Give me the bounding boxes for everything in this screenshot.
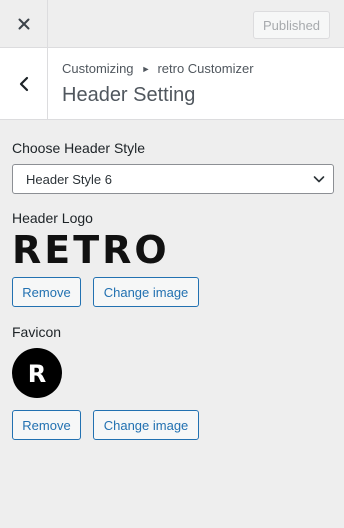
close-icon [18, 18, 29, 30]
chevron-left-icon [19, 76, 28, 91]
published-button[interactable]: Published [253, 11, 330, 39]
breadcrumb-separator-icon: ► [141, 64, 151, 74]
breadcrumb: Customizing ► retro Customizer [62, 61, 254, 76]
favicon-label: Favicon [12, 324, 62, 340]
header-logo-remove-button[interactable]: Remove [12, 277, 81, 307]
header-logo-label: Header Logo [12, 210, 93, 226]
header-style-select[interactable]: Header Style 6 [12, 164, 334, 194]
favicon-change-image-button[interactable]: Change image [93, 410, 199, 440]
back-button[interactable] [0, 48, 48, 119]
customizer-topbar: Published [0, 0, 344, 48]
favicon-r-logo: R [28, 361, 46, 385]
header-logo-change-image-button[interactable]: Change image [93, 277, 199, 307]
close-customizer-button[interactable] [0, 0, 48, 48]
breadcrumb-root: Customizing [62, 61, 134, 76]
chevron-down-icon [313, 176, 325, 183]
header-style-label: Choose Header Style [12, 140, 146, 156]
breadcrumb-child: retro Customizer [157, 61, 254, 76]
header-logo-image: RETRO [12, 233, 170, 265]
favicon-letter: R [28, 361, 46, 385]
favicon-remove-button[interactable]: Remove [12, 410, 81, 440]
section-title: Header Setting [62, 84, 196, 106]
favicon-image: R [12, 348, 62, 398]
header-style-selected-value: Header Style 6 [26, 171, 112, 187]
section-header: Customizing ► retro Customizer Header Sett… [0, 48, 344, 120]
